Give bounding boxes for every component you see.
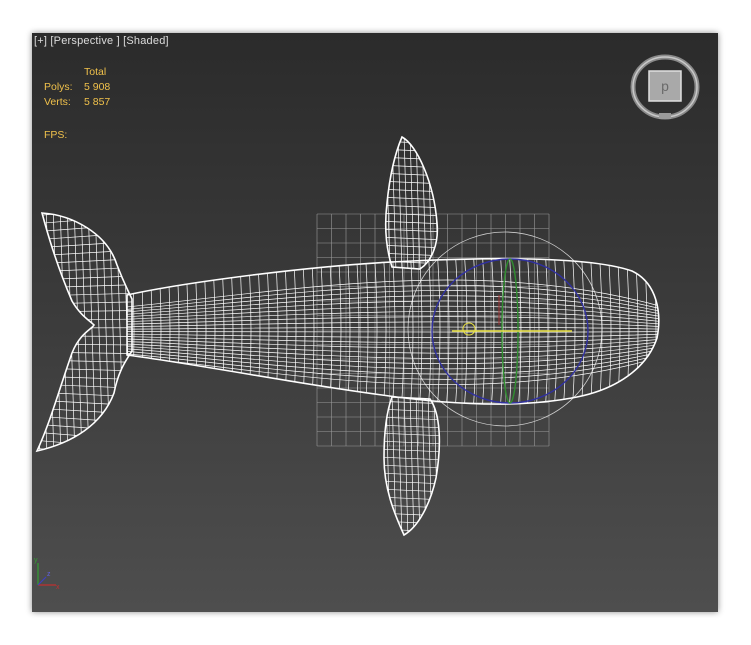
axis-x-label: x — [56, 584, 60, 591]
axis-tripod-icon: x y z — [34, 557, 60, 591]
axis-z-label: z — [47, 571, 51, 578]
viewport-point-of-view[interactable]: [Perspective ] — [50, 35, 119, 47]
stats-polys-value: 5 908 — [84, 81, 111, 93]
viewcube-face-label: р — [661, 78, 669, 94]
viewport-label[interactable]: [+] [Perspective ] [Shaded] — [34, 35, 169, 47]
stats-total-header: Total — [84, 66, 107, 78]
stats-verts-label: Verts: — [44, 96, 71, 108]
scene-canvas[interactable] — [32, 33, 718, 612]
viewcube-icon[interactable]: р — [629, 49, 701, 121]
viewport-shading-mode[interactable]: [Shaded] — [123, 35, 169, 47]
whale-mesh[interactable] — [32, 133, 672, 540]
axis-y-label: y — [34, 557, 38, 564]
perspective-viewport[interactable]: [+] [Perspective ] [Shaded] Total Polys:… — [32, 33, 718, 612]
stats-polys-label: Polys: — [44, 81, 73, 93]
stats-verts-value: 5 857 — [84, 96, 111, 108]
stats-fps-label: FPS: — [44, 129, 68, 141]
statistics-overlay: Total Polys: 5 908 Verts: 5 857 — [44, 65, 110, 110]
viewport-menu-plus[interactable]: [+] — [34, 35, 47, 47]
